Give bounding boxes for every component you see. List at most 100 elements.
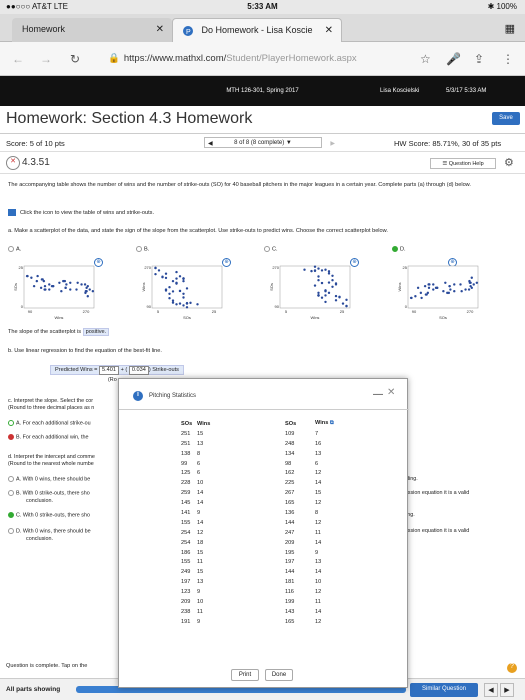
prediction-equation: Predicted Wins = 5.401 + ( 0.034) Strike… bbox=[50, 365, 184, 375]
save-button[interactable]: Save bbox=[492, 112, 520, 125]
scatterplot-c: 270 90 5 25 Wins SOs bbox=[270, 265, 351, 320]
radio-b[interactable] bbox=[136, 246, 142, 252]
pager-label[interactable]: 8 of 8 (8 complete) ▼ bbox=[234, 140, 292, 146]
part-d-option-c[interactable]: C. With 0 strike-outs, there sho bbox=[8, 512, 90, 519]
scatter-point bbox=[470, 276, 473, 279]
footer-prev-button[interactable]: ◀ bbox=[484, 683, 498, 697]
radio-c-a[interactable] bbox=[8, 420, 14, 426]
table-cell: 155 bbox=[181, 519, 191, 526]
scatter-point bbox=[171, 299, 175, 302]
table-cell: 15 bbox=[315, 490, 322, 497]
intercept-field[interactable]: 5.401 bbox=[99, 366, 119, 375]
radio-d-c[interactable] bbox=[8, 512, 14, 518]
mic-icon[interactable]: 🎤 bbox=[446, 52, 461, 66]
slope-field[interactable]: 0.034 bbox=[128, 366, 149, 375]
radio-d-b[interactable] bbox=[8, 490, 14, 496]
table-cell: 186 bbox=[181, 549, 191, 556]
star-icon[interactable]: ☆ bbox=[420, 52, 431, 66]
table-cell: 145 bbox=[181, 500, 191, 507]
table-cell: 15 bbox=[197, 569, 204, 576]
part-d-option-a[interactable]: A. With 0 wins, there should be bbox=[8, 476, 90, 483]
page-title: Homework: Section 4.3 Homework bbox=[6, 110, 253, 127]
table-cell: 9 bbox=[197, 618, 201, 625]
option-a[interactable]: A. bbox=[8, 246, 21, 252]
table-cell: 165 bbox=[285, 618, 295, 625]
table-row: 228 10 225 14 bbox=[165, 478, 337, 488]
x-tick-max: 270 bbox=[83, 309, 90, 314]
scatter-point bbox=[446, 291, 449, 295]
back-icon[interactable]: ← bbox=[12, 52, 24, 66]
part-c-option-b[interactable]: B. For each additional win, the bbox=[8, 434, 89, 441]
more-icon[interactable]: ⋮ bbox=[502, 52, 514, 66]
slope-answer[interactable]: positive. bbox=[82, 328, 110, 336]
y-tick-min: 0 bbox=[21, 304, 24, 309]
radio-d-a[interactable] bbox=[8, 476, 14, 482]
user-name[interactable]: Lisa Koscielski bbox=[380, 88, 419, 94]
question-help-button[interactable]: ☰ Question Help bbox=[430, 158, 496, 169]
close-icon[interactable]: ✕ bbox=[156, 24, 164, 35]
radio-a[interactable] bbox=[8, 246, 14, 252]
table-cell: 12 bbox=[315, 589, 322, 596]
gear-icon[interactable]: ⚙ bbox=[504, 156, 514, 169]
scatter-point bbox=[182, 304, 185, 307]
scatter-point bbox=[334, 283, 338, 286]
table-row: 254 18 209 14 bbox=[165, 538, 337, 548]
option-c[interactable]: C. bbox=[264, 246, 278, 252]
scatter-point bbox=[48, 283, 51, 286]
table-link[interactable]: Click the icon to view the table of wins… bbox=[8, 209, 154, 217]
x-axis-label: SOs bbox=[183, 315, 191, 320]
table-cell: 15 bbox=[197, 549, 204, 556]
close-icon[interactable]: ✕ bbox=[325, 25, 333, 36]
radio-d-d[interactable] bbox=[8, 528, 14, 534]
option-d[interactable]: D. bbox=[392, 246, 406, 252]
part-d-option-b[interactable]: B. With 0 strike-outs, there sho bbox=[8, 490, 90, 497]
done-button[interactable]: Done bbox=[265, 669, 293, 681]
y-axis-label: Wins bbox=[398, 283, 402, 292]
table-cell: 11 bbox=[197, 608, 203, 615]
tab-do-homework[interactable]: P Do Homework - Lisa Koscie ✕ bbox=[172, 18, 342, 42]
table-cell: 14 bbox=[197, 519, 204, 526]
radio-d-selected[interactable] bbox=[392, 246, 398, 252]
share-icon[interactable]: ⇪ bbox=[474, 52, 484, 66]
part-d-option-d-label: D. With 0 wins, there should be bbox=[16, 528, 91, 535]
part-d-option-b-cont: conclusion. bbox=[26, 498, 53, 504]
url-field[interactable]: 🔒 https://www.mathxl.com/Student/PlayerHo… bbox=[108, 50, 438, 68]
minimize-icon[interactable]: — bbox=[373, 389, 383, 400]
scatter-point bbox=[426, 291, 430, 295]
y-axis-label: Wins bbox=[142, 283, 146, 292]
table-row: 123 9 116 12 bbox=[165, 587, 337, 597]
tab-grid-icon[interactable]: ▦ bbox=[505, 22, 515, 35]
scatter-point bbox=[84, 290, 88, 293]
table-row: 155 11 197 13 bbox=[165, 557, 337, 567]
table-cell: 16 bbox=[315, 440, 322, 447]
help-icon[interactable]: ? bbox=[507, 663, 517, 673]
table-icon[interactable] bbox=[8, 209, 16, 216]
footer-next-button[interactable]: ▶ bbox=[500, 683, 514, 697]
table-cell: 254 bbox=[181, 529, 191, 536]
table-row: 125 6 162 12 bbox=[165, 468, 337, 478]
table-body: 251 15 109 7 251 13 248 16 138 8 134 13 99 6 98 6 125 6 16… bbox=[165, 429, 337, 627]
scatter-point bbox=[345, 304, 348, 308]
scatter-point bbox=[409, 296, 413, 300]
question-pager[interactable]: ◀ 8 of 8 (8 complete) ▼ ▶ bbox=[204, 137, 335, 148]
radio-c[interactable] bbox=[264, 246, 270, 252]
scatter-point bbox=[83, 283, 87, 286]
scatter-point bbox=[88, 288, 91, 291]
table-cell: 125 bbox=[181, 470, 191, 477]
copy-icon[interactable]: ⧉ bbox=[330, 420, 334, 426]
radio-c-b[interactable] bbox=[8, 434, 14, 440]
prev-question-icon[interactable]: ◀ bbox=[208, 140, 213, 147]
reload-icon[interactable]: ↻ bbox=[70, 52, 80, 66]
tab-homework[interactable]: Homework ✕ bbox=[12, 18, 172, 42]
next-question-icon[interactable]: ▶ bbox=[330, 140, 335, 147]
option-b[interactable]: B. bbox=[136, 246, 149, 252]
x-axis-label: SOs bbox=[439, 315, 447, 320]
print-button[interactable]: Print bbox=[231, 669, 259, 681]
scatter-point bbox=[317, 291, 320, 295]
close-icon[interactable]: ✕ bbox=[387, 387, 395, 398]
similar-question-button[interactable]: Similar Question bbox=[410, 683, 478, 697]
part-d-option-d[interactable]: D. With 0 wins, there should be bbox=[8, 528, 91, 535]
forward-icon[interactable]: → bbox=[40, 52, 52, 66]
part-c-option-a[interactable]: A. For each additional strike-ou bbox=[8, 420, 91, 427]
y-tick-min: 0 bbox=[405, 304, 408, 309]
